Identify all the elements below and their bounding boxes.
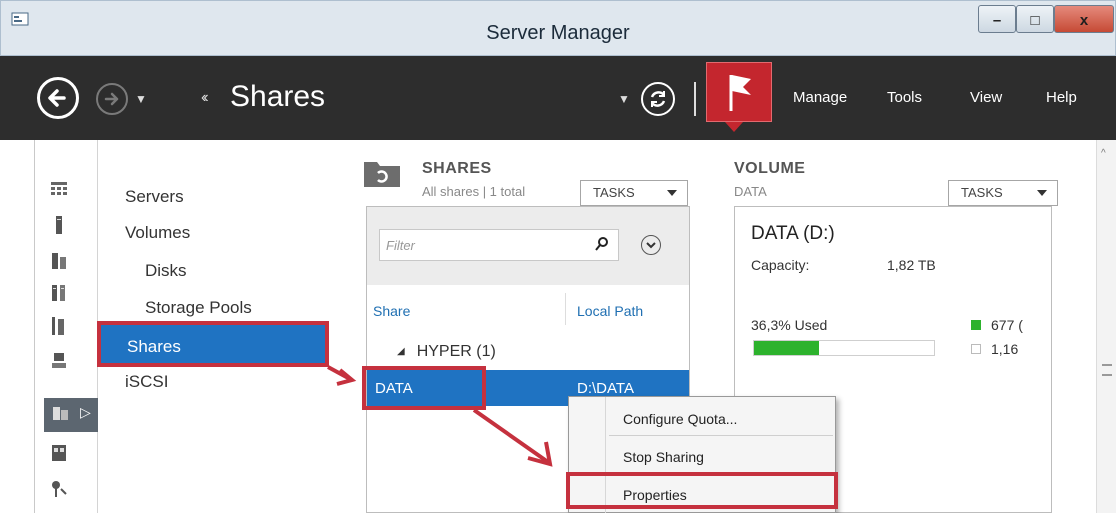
close-button[interactable]: x: [1054, 5, 1114, 33]
refresh-dropdown[interactable]: ▼: [618, 92, 630, 106]
group-header[interactable]: ◢ HYPER (1): [397, 343, 496, 361]
nav-item-servers[interactable]: Servers: [125, 187, 184, 207]
icon-rail: ▷: [0, 140, 98, 513]
breadcrumb: Shares: [230, 80, 326, 113]
toolbar-separator: [694, 82, 696, 116]
capacity-label: Capacity:: [751, 257, 810, 273]
capacity-value: 1,82 TB: [887, 257, 936, 273]
menu-tools[interactable]: Tools: [887, 89, 922, 106]
file-services-icon[interactable]: [50, 284, 68, 302]
tools-icon[interactable]: [50, 317, 68, 335]
scroll-up-icon[interactable]: ^: [1101, 148, 1106, 159]
maximize-icon: □: [1030, 12, 1040, 29]
notifications-button[interactable]: [706, 62, 772, 122]
shares-tile-icon: [364, 162, 400, 187]
breadcrumb-arrows: ‹‹: [201, 89, 208, 106]
close-icon: x: [1079, 12, 1089, 29]
nav-item-volumes[interactable]: Volumes: [125, 223, 190, 243]
annotation-arrow-1: [327, 365, 351, 381]
column-header-share[interactable]: Share: [373, 303, 410, 319]
legend-used-value: 677 (: [991, 317, 1023, 333]
volume-tasks-dropdown[interactable]: TASKS: [948, 180, 1058, 206]
nav-item-disks[interactable]: Disks: [145, 261, 187, 281]
storage-icon[interactable]: [50, 444, 68, 462]
shares-subtitle: All shares | 1 total: [422, 184, 526, 199]
annotation-box-properties: [566, 472, 838, 509]
refresh-button[interactable]: [641, 82, 675, 116]
back-arrow-icon: [48, 89, 66, 107]
menu-help[interactable]: Help: [1046, 89, 1077, 106]
chevron-down-icon: [667, 190, 677, 196]
vertical-scrollbar[interactable]: ^: [1096, 140, 1116, 513]
usage-bar-fill: [754, 341, 820, 355]
shares-tasks-dropdown[interactable]: TASKS: [580, 180, 688, 206]
dashboard-icon[interactable]: [50, 180, 68, 198]
used-label: 36,3% Used: [751, 317, 828, 333]
network-icon[interactable]: [50, 352, 68, 370]
filter-expand-button[interactable]: [641, 235, 661, 255]
minimize-icon: –: [992, 12, 1002, 29]
refresh-icon: [650, 91, 666, 107]
all-servers-icon[interactable]: [50, 251, 68, 269]
menu-manage[interactable]: Manage: [793, 89, 847, 106]
local-server-icon[interactable]: [50, 216, 68, 234]
shares-tasks-label: TASKS: [593, 185, 635, 200]
notifications-pointer: [725, 122, 743, 132]
forward-button[interactable]: [96, 83, 128, 115]
nav-item-storage-pools[interactable]: Storage Pools: [145, 298, 252, 318]
legend-free-value: 1,16: [991, 341, 1019, 357]
usage-bar: [753, 340, 935, 356]
window-title: Server Manager: [486, 22, 630, 44]
legend-free-swatch: [971, 344, 981, 354]
filter-input[interactable]: Filter: [379, 229, 619, 261]
search-icon[interactable]: [595, 237, 609, 251]
forward-arrow-icon: [104, 92, 119, 106]
chevron-down-icon: [646, 242, 656, 249]
legend-free: 1,16: [971, 341, 1018, 357]
rail-edge: [34, 140, 35, 513]
scroll-grip-icon[interactable]: [1102, 364, 1112, 376]
notifications-flag-icon: [729, 75, 751, 111]
menu-item-stop-sharing[interactable]: Stop Sharing: [623, 449, 704, 465]
back-button[interactable]: [37, 77, 79, 119]
shares-title: SHARES: [422, 160, 492, 177]
legend-used-swatch: [971, 320, 981, 330]
maximize-button[interactable]: □: [1016, 5, 1054, 33]
collapse-triangle-icon: ◢: [397, 346, 405, 357]
menu-view[interactable]: View: [970, 89, 1002, 106]
column-header-local-path[interactable]: Local Path: [577, 303, 643, 319]
menu-item-configure-quota[interactable]: Configure Quota...: [623, 411, 737, 427]
group-label: HYPER (1): [416, 343, 496, 360]
column-divider: [565, 293, 566, 325]
volume-title: VOLUME: [734, 160, 806, 177]
volume-name: DATA (D:): [751, 223, 835, 244]
annotation-box-shares: [97, 321, 329, 367]
annotation-arrow-1-head: [336, 368, 357, 386]
toolbar: ▼ ‹‹ Shares ▼ Manage Tools View Help: [0, 56, 1116, 140]
shares-rail-icon: [53, 407, 68, 420]
volume-tasks-label: TASKS: [961, 185, 1003, 200]
minimize-button[interactable]: –: [978, 5, 1016, 33]
chevron-down-icon: [1037, 190, 1047, 196]
annotation-box-data-row: [362, 366, 486, 410]
menu-separator: [609, 435, 833, 436]
nav-item-iscsi[interactable]: iSCSI: [125, 372, 168, 392]
legend-used: 677 (: [971, 317, 1023, 333]
local-path-cell: D:\DATA: [577, 380, 634, 397]
rail-expand-arrow-icon: ▷: [80, 404, 91, 420]
filter-bar: Filter: [367, 207, 689, 285]
history-dropdown[interactable]: ▼: [135, 92, 147, 106]
pin-tools-icon[interactable]: [50, 480, 68, 498]
volume-subtitle: DATA: [734, 184, 767, 199]
title-bar: Server Manager – □ x: [0, 0, 1116, 56]
